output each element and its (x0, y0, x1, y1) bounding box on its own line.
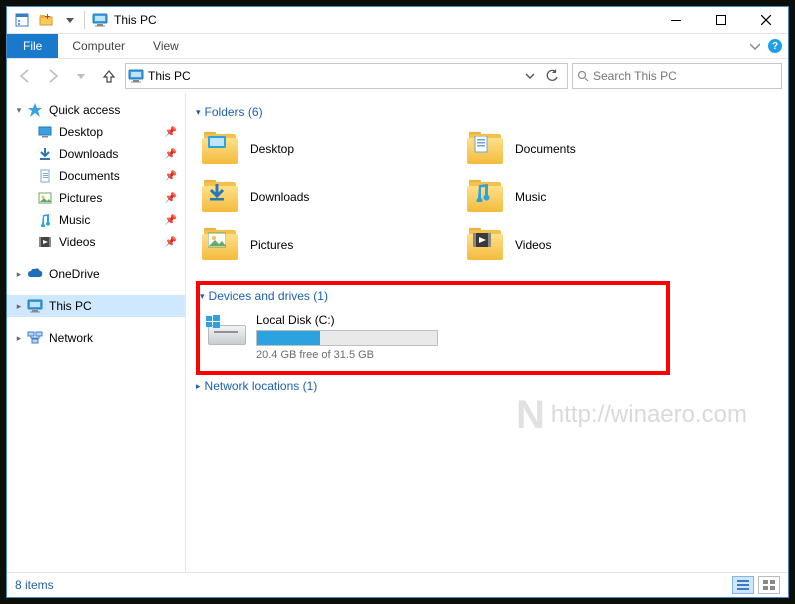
tree-this-pc[interactable]: ▸ This PC (7, 295, 185, 317)
drive-local-disk-c[interactable]: Local Disk (C:) 20.4 GB free of 31.5 GB (200, 311, 660, 361)
qat-new-folder[interactable] (35, 9, 57, 31)
folder-pictures[interactable]: Pictures (196, 223, 451, 267)
drive-free-text: 20.4 GB free of 31.5 GB (256, 349, 660, 361)
address-dropdown-icon[interactable] (525, 71, 541, 81)
qat-dropdown[interactable] (59, 9, 81, 31)
status-item-count: 8 items (15, 578, 54, 592)
navigation-bar: This PC Search This PC (7, 59, 788, 93)
refresh-button[interactable] (545, 69, 565, 83)
pin-icon: 📌 (165, 127, 177, 138)
folder-videos[interactable]: Videos (461, 223, 716, 267)
drive-usage-bar (256, 330, 438, 346)
chevron-down-icon: ▾ (196, 107, 201, 118)
tree-onedrive[interactable]: ▸ OneDrive (7, 263, 185, 285)
drives-highlight-box: ▾ Devices and drives (1) Local Disk (C:)… (196, 281, 670, 375)
chevron-right-icon: ▸ (196, 381, 201, 392)
ribbon: File Computer View ? (7, 34, 788, 59)
tree-network[interactable]: ▸ Network (7, 327, 185, 349)
search-icon (577, 70, 589, 82)
address-text: This PC (148, 69, 521, 83)
folder-icon (202, 228, 240, 262)
maximize-button[interactable] (698, 7, 743, 33)
file-tab[interactable]: File (7, 34, 58, 58)
pin-icon: 📌 (165, 237, 177, 248)
tree-quick-documents[interactable]: Documents📌 (7, 165, 185, 187)
folder-icon (202, 180, 240, 214)
group-network-header[interactable]: ▸ Network locations (1) (196, 379, 778, 393)
chevron-down-icon: ▾ (200, 291, 205, 302)
address-bar[interactable]: This PC (125, 63, 568, 89)
music-icon (473, 184, 491, 202)
search-box[interactable]: Search This PC (572, 63, 782, 89)
address-this-pc-icon (128, 68, 144, 84)
minimize-button[interactable] (653, 7, 698, 33)
back-button[interactable] (13, 64, 37, 88)
navigation-pane: ▾ Quick access Desktop📌Downloads📌Documen… (7, 93, 186, 572)
search-placeholder: Search This PC (593, 69, 677, 83)
tree-quick-access[interactable]: ▾ Quick access (7, 99, 185, 121)
documents-icon (473, 136, 491, 154)
forward-button[interactable] (41, 64, 65, 88)
music-icon (37, 212, 53, 228)
desktop-icon (37, 124, 53, 140)
pictures-icon (208, 232, 226, 250)
details-view-button[interactable] (732, 576, 754, 594)
chevron-right-icon[interactable]: ▸ (13, 333, 25, 344)
folder-music[interactable]: Music (461, 175, 716, 219)
tree-quick-videos[interactable]: Videos📌 (7, 231, 185, 253)
status-bar: 8 items (7, 572, 788, 597)
folder-downloads[interactable]: Downloads (196, 175, 451, 219)
ribbon-collapse-icon[interactable] (750, 41, 760, 51)
onedrive-icon (27, 266, 43, 282)
help-button[interactable]: ? (768, 39, 782, 53)
videos-icon (473, 232, 491, 250)
titlebar: This PC (7, 7, 788, 34)
folder-documents[interactable]: Documents (461, 127, 716, 171)
drive-icon (206, 313, 246, 347)
watermark: Nhttp://winaero.com (516, 393, 747, 438)
tree-quick-music[interactable]: Music📌 (7, 209, 185, 231)
pin-icon: 📌 (165, 171, 177, 182)
this-pc-icon (27, 298, 43, 314)
view-tab[interactable]: View (139, 34, 193, 58)
tree-quick-desktop[interactable]: Desktop📌 (7, 121, 185, 143)
recent-dropdown[interactable] (69, 64, 93, 88)
videos-icon (37, 234, 53, 250)
tree-quick-pictures[interactable]: Pictures📌 (7, 187, 185, 209)
chevron-right-icon[interactable]: ▸ (13, 269, 25, 280)
folder-desktop[interactable]: Desktop (196, 127, 451, 171)
desktop-icon (208, 136, 226, 154)
folder-icon (467, 180, 505, 214)
quick-access-icon (27, 102, 43, 118)
this-pc-icon (92, 12, 108, 28)
window-title: This PC (112, 13, 157, 27)
group-folders-header[interactable]: ▾ Folders (6) (196, 105, 778, 119)
folder-icon (467, 132, 505, 166)
computer-tab[interactable]: Computer (58, 34, 139, 58)
qat-properties[interactable] (11, 9, 33, 31)
chevron-down-icon[interactable]: ▾ (13, 105, 25, 116)
folder-icon (202, 132, 240, 166)
pin-icon: 📌 (165, 215, 177, 226)
pin-icon: 📌 (165, 149, 177, 160)
content-pane: ▾ Folders (6) DesktopDocumentsDownloadsM… (186, 93, 788, 572)
folder-icon (467, 228, 505, 262)
up-button[interactable] (97, 64, 121, 88)
downloads-icon (208, 184, 226, 202)
group-drives-header[interactable]: ▾ Devices and drives (1) (200, 289, 660, 303)
downloads-icon (37, 146, 53, 162)
documents-icon (37, 168, 53, 184)
tree-quick-downloads[interactable]: Downloads📌 (7, 143, 185, 165)
pictures-icon (37, 190, 53, 206)
file-explorer-window: This PC File Computer View ? This PC (6, 6, 789, 598)
windows-logo-icon (206, 315, 220, 329)
pin-icon: 📌 (165, 193, 177, 204)
close-button[interactable] (743, 7, 788, 33)
network-icon (27, 330, 43, 346)
large-icons-view-button[interactable] (758, 576, 780, 594)
drive-name: Local Disk (C:) (256, 313, 660, 327)
chevron-right-icon[interactable]: ▸ (13, 301, 25, 312)
